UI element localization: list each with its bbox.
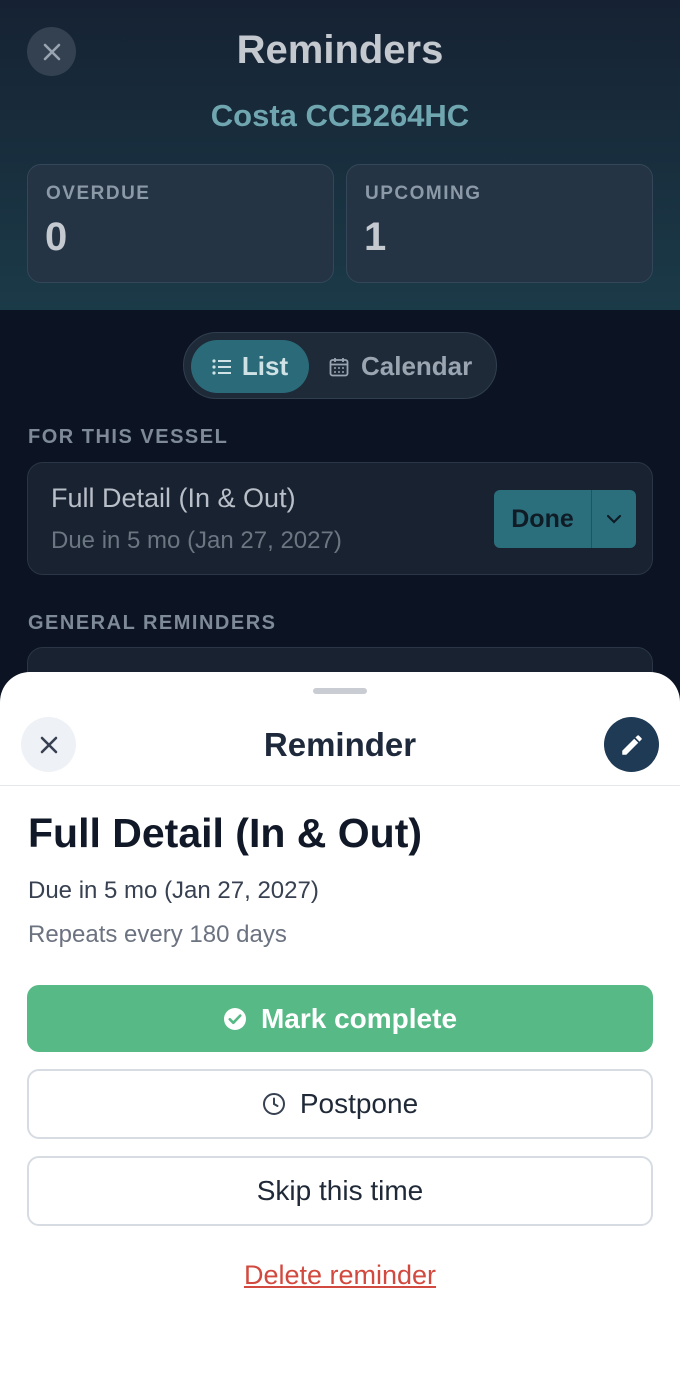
calendar-icon bbox=[329, 357, 349, 376]
overdue-label: OVERDUE bbox=[46, 183, 151, 204]
upcoming-label: UPCOMING bbox=[365, 183, 482, 204]
reminder-detail-sheet: Reminder Full Detail (In & Out) Due in 5… bbox=[0, 672, 680, 1392]
calendar-view-label: Calendar bbox=[361, 351, 473, 381]
reminder-list-item[interactable]: Full Detail (In & Out) Due in 5 mo (Jan … bbox=[27, 462, 653, 575]
mark-complete-label: Mark complete bbox=[260, 1002, 458, 1034]
list-icon bbox=[212, 358, 231, 375]
overdue-count: 0 bbox=[45, 215, 68, 259]
mark-complete-button[interactable]: Mark complete bbox=[27, 985, 653, 1052]
reminder-item-title: Full Detail (In & Out) bbox=[51, 483, 296, 513]
list-view-label: List bbox=[241, 351, 289, 381]
vessel-name: Costa CCB264HC bbox=[210, 98, 470, 133]
skip-label: Skip this time bbox=[256, 1175, 424, 1206]
sheet-header-divider bbox=[0, 785, 680, 786]
done-button[interactable]: Done bbox=[494, 490, 591, 548]
reminder-title: Full Detail (In & Out) bbox=[28, 810, 423, 856]
check-circle-icon bbox=[223, 1007, 246, 1030]
list-view-tab[interactable]: List bbox=[191, 340, 309, 393]
reminder-due-date: Due in 5 mo (Jan 27, 2027) bbox=[28, 877, 319, 904]
sheet-title: Reminder bbox=[263, 726, 417, 763]
reminder-repeat-interval: Repeats every 180 days bbox=[28, 921, 287, 948]
calendar-view-tab[interactable]: Calendar bbox=[329, 340, 472, 393]
postpone-button[interactable]: Postpone bbox=[27, 1069, 653, 1139]
edit-reminder-button[interactable] bbox=[604, 717, 659, 772]
skip-this-time-button[interactable]: Skip this time bbox=[27, 1156, 653, 1226]
done-split-button: Done bbox=[494, 490, 636, 548]
pencil-icon bbox=[621, 734, 642, 755]
chevron-down-icon bbox=[606, 514, 622, 524]
screen-title: Reminders bbox=[236, 28, 444, 72]
clock-icon bbox=[262, 1093, 285, 1115]
section-vessel-heading: FOR THIS VESSEL bbox=[28, 426, 229, 448]
upcoming-stat-card[interactable]: UPCOMING 1 bbox=[346, 164, 653, 283]
section-general-heading: GENERAL REMINDERS bbox=[28, 612, 277, 634]
overdue-stat-card[interactable]: OVERDUE 0 bbox=[27, 164, 334, 283]
upcoming-count: 1 bbox=[364, 215, 387, 259]
done-options-button[interactable] bbox=[592, 490, 636, 548]
reminder-item-due: Due in 5 mo (Jan 27, 2027) bbox=[51, 527, 342, 554]
view-toggle: List Calendar bbox=[183, 332, 497, 399]
postpone-label: Postpone bbox=[299, 1088, 419, 1119]
sheet-grabber[interactable] bbox=[313, 688, 367, 694]
delete-reminder-link[interactable]: Delete reminder bbox=[0, 1260, 680, 1291]
